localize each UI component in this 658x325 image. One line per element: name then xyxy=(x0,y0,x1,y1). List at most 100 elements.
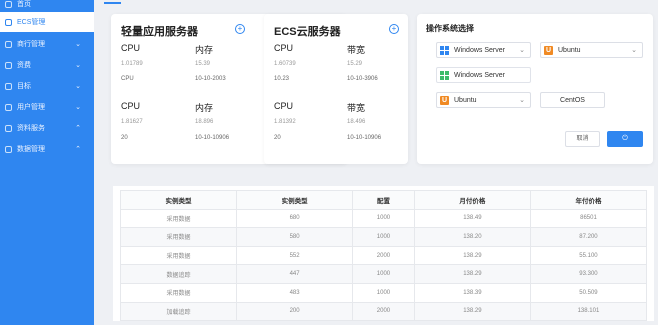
menu-icon xyxy=(5,145,12,153)
table-cell: 55.100 xyxy=(529,245,648,266)
sidebar-item-label: ECS管理 xyxy=(17,19,46,26)
sidebar-item-users[interactable]: 用户管理 ⌄ xyxy=(0,97,94,117)
sidebar-item-label: 首页 xyxy=(17,1,31,8)
table-row[interactable]: 采用数据 580 1000 138.20 87.200 xyxy=(119,227,648,247)
table-cell: 138.20 xyxy=(413,227,531,247)
user-icon xyxy=(5,103,12,111)
table-header-row: 实例类型 实例类型 配置 月付价格 年付价格 xyxy=(119,190,648,210)
table-cell: 138.49 xyxy=(413,208,531,229)
os-select-ubuntu-2[interactable]: U Ubuntu ⌄ xyxy=(436,92,531,108)
bandwidth-label: 带宽 xyxy=(347,103,366,113)
sidebar-item-label: 资料服务 xyxy=(17,125,45,132)
sidebar-item-business[interactable]: 商行管理 ⌄ xyxy=(0,34,94,54)
sidebar: 首页 ECS管理 商行管理 ⌄ 资费 ⌄ 目标 ⌄ 用户管理 ⌄ 资料服务 ⌃ … xyxy=(0,0,94,325)
select-value: Windows Server xyxy=(454,46,505,54)
memory-label: 内存 xyxy=(195,103,214,113)
chevron-down-icon: ⌄ xyxy=(75,104,81,111)
menu-icon xyxy=(5,124,12,132)
table-row[interactable]: 采用数据 483 1000 138.39 50.509 xyxy=(119,282,648,303)
chevron-up-icon: ⌃ xyxy=(75,125,81,132)
card-title: ECS云服务器 xyxy=(274,26,341,38)
column-header: 实例类型 xyxy=(236,190,354,210)
chevron-up-icon: ⌃ xyxy=(75,146,81,153)
menu-icon xyxy=(5,61,12,69)
value: 15.29 xyxy=(347,61,363,67)
table-cell: 1000 xyxy=(352,227,415,247)
table-cell: 1000 xyxy=(352,282,415,303)
card-title: 轻量应用服务器 xyxy=(121,26,198,38)
cpu-label: CPU xyxy=(274,101,294,111)
table-cell: 552 xyxy=(236,245,354,266)
bandwidth-label: 带宽 xyxy=(347,45,366,55)
sidebar-item-data[interactable]: 数据管理 ⌃ xyxy=(0,139,94,159)
ecs-server-card: ECS云服务器 + CPU 带宽 1.60739 15.29 10.23 10-… xyxy=(264,14,408,164)
chevron-down-icon: ⌄ xyxy=(75,41,81,48)
card-title: 操作系统选择 xyxy=(426,24,474,33)
table-cell: 580 xyxy=(236,227,354,247)
table-cell: 1000 xyxy=(352,264,415,284)
ubuntu-icon: U xyxy=(440,95,449,105)
table-cell: 1000 xyxy=(352,208,415,229)
sidebar-item-label: 数据管理 xyxy=(17,146,45,153)
sidebar-item-ecs[interactable]: ECS管理 xyxy=(0,12,94,32)
sidebar-item-resources[interactable]: 资料服务 ⌃ xyxy=(0,118,94,138)
table-cell: 87.200 xyxy=(529,227,648,247)
table-cell: 数据追踪 xyxy=(119,264,238,284)
table-cell: 93.300 xyxy=(529,264,648,284)
table-cell: 483 xyxy=(236,282,354,303)
chevron-down-icon: ⌄ xyxy=(631,47,637,54)
value: 1.01789 xyxy=(121,61,143,67)
value: 15.39 xyxy=(195,61,211,67)
column-header: 年付价格 xyxy=(529,190,648,210)
pricing-table: 实例类型 实例类型 配置 月付价格 年付价格 采用数据 680 1000 138… xyxy=(119,190,648,322)
add-icon[interactable]: + xyxy=(235,24,245,34)
sidebar-item-label: 资费 xyxy=(17,62,31,69)
main-content: 轻量应用服务器 + CPU 内存 1.01789 15.39 CPU 10-10… xyxy=(94,0,658,325)
value: 10-10-2003 xyxy=(195,76,226,82)
add-icon[interactable]: + xyxy=(389,24,399,34)
value: 20 xyxy=(274,135,281,141)
value: 1.81392 xyxy=(274,119,296,125)
select-value: Windows Server xyxy=(454,71,505,79)
table-row[interactable]: 加载追踪 200 2000 138.29 138.101 xyxy=(119,301,648,322)
os-option-centos[interactable]: CentOS xyxy=(540,92,605,108)
active-tab-indicator xyxy=(104,2,121,4)
os-select-ubuntu[interactable]: U Ubuntu ⌄ xyxy=(540,42,643,58)
table-cell: 200 xyxy=(236,301,354,322)
os-select-windows[interactable]: Windows Server ⌄ xyxy=(436,42,531,58)
value: 10-10-10906 xyxy=(347,135,382,141)
chevron-down-icon: ⌄ xyxy=(519,97,525,104)
value: 20 xyxy=(121,135,128,141)
sidebar-item-goals[interactable]: 目标 ⌄ xyxy=(0,76,94,96)
table-cell: 50.509 xyxy=(529,282,648,303)
table-cell: 加载追踪 xyxy=(119,301,238,322)
os-option-windows[interactable]: Windows Server xyxy=(436,67,531,83)
table-cell: 采用数据 xyxy=(119,227,238,247)
table-cell: 138.29 xyxy=(413,301,531,322)
windows-icon xyxy=(440,45,449,55)
table-cell: 2000 xyxy=(352,245,415,266)
column-header: 配置 xyxy=(352,190,415,210)
table-cell: 447 xyxy=(236,264,354,284)
os-selection-card: 操作系统选择 Windows Server ⌄ U Ubuntu ⌄ Windo… xyxy=(417,14,653,164)
table-cell: 86501 xyxy=(529,208,648,229)
table-cell: 采用数据 xyxy=(119,282,238,303)
value: 10.23 xyxy=(274,76,290,82)
sidebar-item-label: 用户管理 xyxy=(17,104,45,111)
cpu-label: CPU xyxy=(274,43,294,53)
table-row[interactable]: 数据追踪 447 1000 138.29 93.300 xyxy=(119,264,648,284)
cpu-label: CPU xyxy=(121,101,141,111)
menu-icon xyxy=(5,82,12,90)
table-row[interactable]: 采用数据 680 1000 138.49 86501 xyxy=(119,208,648,229)
column-header: 实例类型 xyxy=(119,190,238,210)
table-cell: 138.29 xyxy=(413,264,531,284)
value: 1.81627 xyxy=(121,119,143,125)
select-value: Ubuntu xyxy=(454,96,477,104)
cancel-button[interactable]: 取消 xyxy=(565,131,600,147)
sidebar-item-fees[interactable]: 资费 ⌄ xyxy=(0,55,94,75)
select-value: Ubuntu xyxy=(558,46,581,54)
table-cell: 680 xyxy=(236,208,354,229)
table-row[interactable]: 采用数据 552 2000 138.29 55.100 xyxy=(119,245,648,266)
confirm-button[interactable]: ⏻ xyxy=(607,131,643,147)
value: 18.896 xyxy=(195,119,214,125)
